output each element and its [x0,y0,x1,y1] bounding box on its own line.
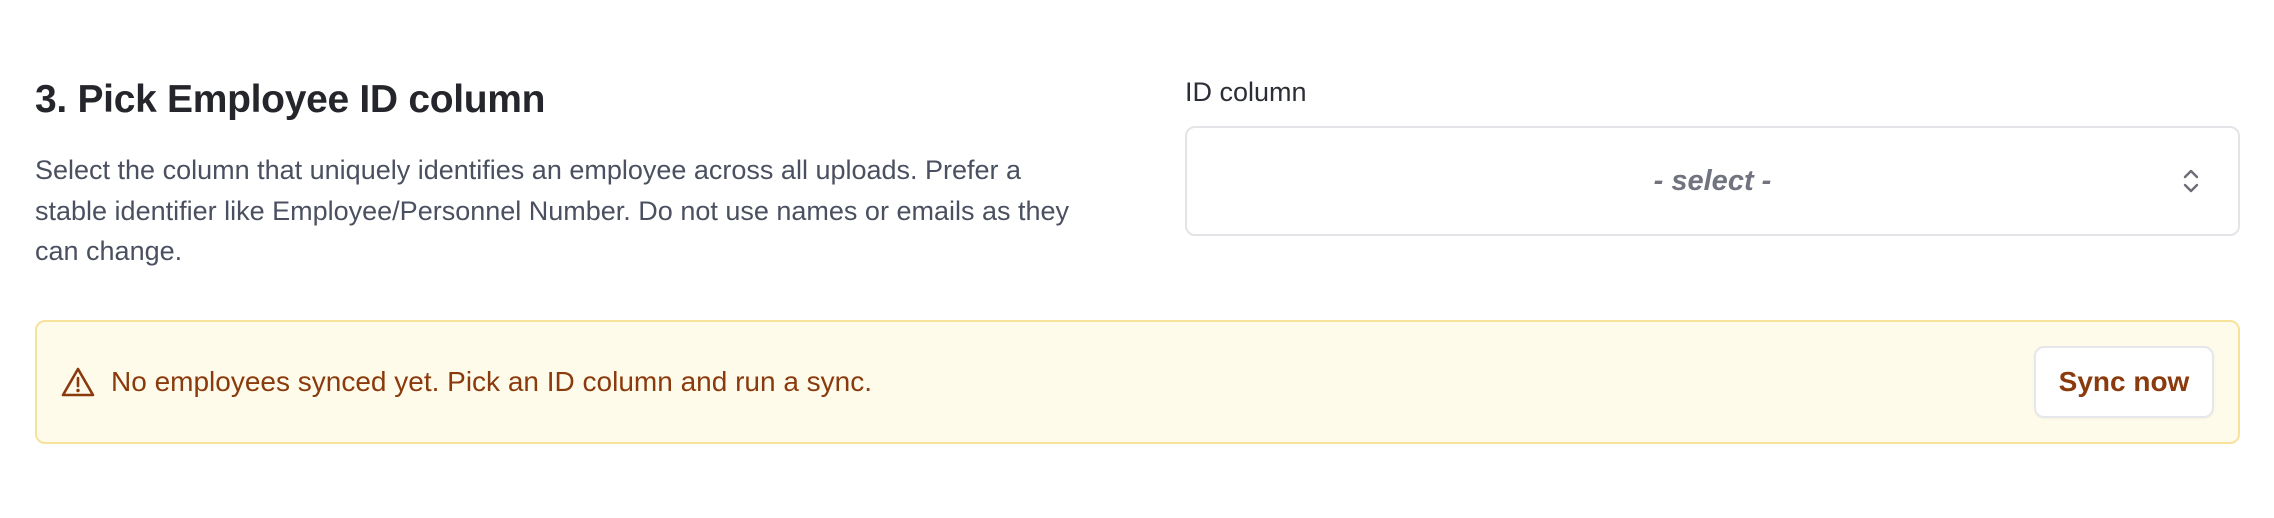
chevron-up-down-icon [2183,169,2199,193]
warning-triangle-icon [61,367,95,397]
section-intro: 3. Pick Employee ID column Select the co… [35,70,1095,272]
section-description: Select the column that uniquely identifi… [35,155,1070,266]
id-column-select[interactable]: - select - [1185,126,2240,236]
alert-message: No employees synced yet. Pick an ID colu… [111,366,873,397]
sync-now-button[interactable]: Sync now [2034,346,2214,418]
id-column-field: ID column - select - [1185,70,2240,236]
section-title: 3. Pick Employee ID column [35,78,546,121]
id-column-select-value: - select - [1653,164,1772,197]
id-column-label: ID column [1185,77,1307,107]
sync-status-alert: No employees synced yet. Pick an ID colu… [35,320,2240,444]
